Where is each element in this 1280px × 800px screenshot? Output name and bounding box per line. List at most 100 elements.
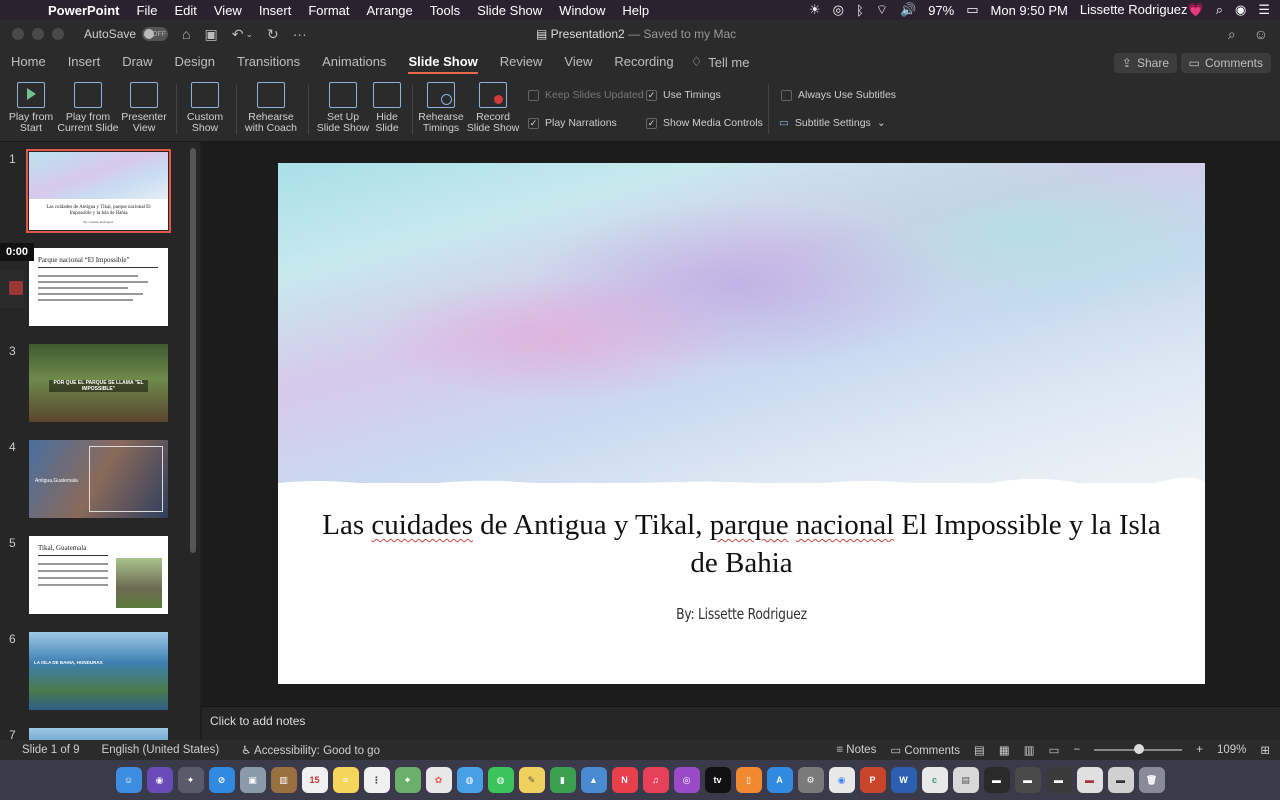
play-from-current-button[interactable]: Play from Current Slide xyxy=(56,82,120,134)
always-use-subtitles-checkbox[interactable]: Always Use Subtitles xyxy=(781,89,896,101)
minimize-window-button[interactable] xyxy=(32,28,44,40)
more-icon[interactable]: ··· xyxy=(293,26,307,42)
slide-thumbnail-4[interactable]: Antigua,Guatemala xyxy=(29,440,168,518)
menu-slide-show[interactable]: Slide Show xyxy=(477,3,542,18)
music-icon[interactable]: ♫ xyxy=(642,767,669,793)
use-timings-checkbox[interactable]: ✓ Use Timings xyxy=(646,89,721,101)
siri-icon[interactable]: ◉ xyxy=(146,767,173,793)
creative-cloud-icon[interactable]: ◎ xyxy=(833,2,844,18)
record-slide-show-button[interactable]: Record Slide Show xyxy=(466,82,520,134)
tab-review[interactable]: Review xyxy=(489,48,554,76)
tab-animations[interactable]: Animations xyxy=(311,48,397,76)
undo-dropdown-icon[interactable]: ⌄ xyxy=(245,29,253,40)
numbers-icon[interactable]: ▮ xyxy=(549,767,576,793)
menu-file[interactable]: File xyxy=(137,3,158,18)
autosave-control[interactable]: AutoSave OFF xyxy=(84,27,169,41)
notes-app-icon[interactable]: ≡ xyxy=(332,767,359,793)
tell-me-search[interactable]: ♢ Tell me xyxy=(691,54,750,70)
tab-recording[interactable]: Recording xyxy=(603,48,684,76)
spotlight-icon[interactable]: ⌕ xyxy=(1216,2,1223,18)
apple-tv-icon[interactable]: tv xyxy=(704,767,731,793)
reminders-icon[interactable]: ⋮ xyxy=(363,767,390,793)
chrome-icon[interactable]: ◉ xyxy=(828,767,855,793)
slide-thumbnail-1[interactable]: Las cuidades de Antigua y Tikal, parque … xyxy=(26,149,171,233)
menu-edit[interactable]: Edit xyxy=(174,3,196,18)
current-slide[interactable]: Las cuidades de Antigua y Tikal, parque … xyxy=(278,163,1205,684)
bluetooth-icon[interactable]: ᛒ xyxy=(856,3,864,18)
window-thumbnail-icon[interactable]: ▬ xyxy=(1014,767,1041,793)
subtitle-settings-button[interactable]: ▭ Subtitle Settings ⌄ xyxy=(779,117,886,129)
zoom-slider-thumb[interactable] xyxy=(1134,744,1145,754)
menu-app-name[interactable]: PowerPoint xyxy=(48,3,120,18)
trash-icon[interactable]: 🗑 xyxy=(1138,767,1165,793)
word-icon[interactable]: W xyxy=(890,767,917,793)
tab-view[interactable]: View xyxy=(553,48,603,76)
thumbnails-scrollbar[interactable] xyxy=(190,148,196,553)
reading-view-icon[interactable]: ▥ xyxy=(1024,743,1035,757)
slide-thumbnail-2[interactable]: Parque nacional “El Impossible” xyxy=(29,248,168,326)
rehearse-timings-button[interactable]: Rehearse Timings xyxy=(416,82,466,134)
comments-toggle[interactable]: ▭ Comments xyxy=(890,743,960,757)
accessibility-status[interactable]: ♿ Accessibility: Good to go xyxy=(241,743,380,757)
window-thumbnail-icon[interactable]: ▬ xyxy=(983,767,1010,793)
finder-icon[interactable]: ☺ xyxy=(115,767,142,793)
slide-subtitle[interactable]: By: Lissette Rodriguez xyxy=(361,605,1121,623)
fit-to-window-icon[interactable]: ⊞ xyxy=(1260,743,1270,757)
menu-arrange[interactable]: Arrange xyxy=(367,3,413,18)
app-store-icon[interactable]: A xyxy=(766,767,793,793)
zoom-window-button[interactable] xyxy=(52,28,64,40)
redo-icon[interactable]: ↻ xyxy=(267,26,279,43)
slide-thumbnail-5[interactable]: Tikal, Guatemala xyxy=(29,536,168,614)
podcasts-icon[interactable]: ◎ xyxy=(673,767,700,793)
play-from-start-button[interactable]: Play from Start xyxy=(8,82,54,134)
control-center-icon[interactable]: ☰ xyxy=(1258,2,1270,18)
menu-format[interactable]: Format xyxy=(308,3,349,18)
menu-help[interactable]: Help xyxy=(622,3,649,18)
battery-icon[interactable]: ▭ xyxy=(966,2,978,18)
tab-insert[interactable]: Insert xyxy=(57,48,112,76)
slide-thumbnail-7[interactable] xyxy=(29,728,168,740)
document-file-icon[interactable]: ▤ xyxy=(952,767,979,793)
tab-transitions[interactable]: Transitions xyxy=(226,48,311,76)
slide-title[interactable]: Las cuidades de Antigua y Tikal, parque … xyxy=(318,506,1165,582)
books-icon[interactable]: ▯ xyxy=(735,767,762,793)
menu-insert[interactable]: Insert xyxy=(259,3,292,18)
slide-show-view-icon[interactable]: ▭ xyxy=(1049,743,1060,757)
user-name[interactable]: Lissette Rodriguez💗 xyxy=(1080,2,1204,18)
news-icon[interactable]: N xyxy=(611,767,638,793)
stop-recording-button[interactable] xyxy=(0,270,26,308)
notes-toggle[interactable]: ≡ Notes xyxy=(836,744,876,756)
autosave-toggle[interactable]: OFF xyxy=(142,27,169,41)
messages-blue-icon[interactable]: ◍ xyxy=(456,767,483,793)
close-window-button[interactable] xyxy=(12,28,24,40)
tab-design[interactable]: Design xyxy=(164,48,226,76)
launchpad-icon[interactable]: ✦ xyxy=(177,767,204,793)
menu-view[interactable]: View xyxy=(214,3,242,18)
tab-home[interactable]: Home xyxy=(0,48,57,76)
slide-thumbnail-3[interactable]: POR QUE EL PARQUE SE LLAMA "EL IMPOSSIBL… xyxy=(29,344,168,422)
search-icon[interactable]: ⌕ xyxy=(1228,26,1236,43)
share-button[interactable]: ⇪ Share xyxy=(1113,53,1177,73)
safari-icon[interactable]: ⊘ xyxy=(208,767,235,793)
window-thumbnail-icon[interactable]: ▬ xyxy=(1107,767,1134,793)
menu-tools[interactable]: Tools xyxy=(430,3,460,18)
undo-icon[interactable]: ↶ xyxy=(232,26,244,43)
zoom-level[interactable]: 109% xyxy=(1217,744,1246,756)
notebook-icon[interactable]: ▥ xyxy=(270,767,297,793)
keep-slides-updated-checkbox[interactable]: Keep Slides Updated xyxy=(528,89,644,101)
normal-view-icon[interactable]: ▤ xyxy=(974,743,985,757)
menu-window[interactable]: Window xyxy=(559,3,605,18)
tab-slide-show[interactable]: Slide Show xyxy=(397,48,488,76)
presenter-view-button[interactable]: Presenter View xyxy=(120,82,168,134)
play-narrations-checkbox[interactable]: ✓ Play Narrations xyxy=(528,117,617,129)
slide-thumbnail-6[interactable]: LA ISLA DE BAHIA, HONDURAS xyxy=(29,632,168,710)
siri-icon[interactable]: ◉ xyxy=(1235,2,1246,18)
powerpoint-icon[interactable]: P xyxy=(859,767,886,793)
volume-icon[interactable]: 🔊 xyxy=(900,2,916,18)
clock[interactable]: Mon 9:50 PM xyxy=(991,3,1068,18)
zoom-slider[interactable] xyxy=(1094,744,1183,754)
tab-draw[interactable]: Draw xyxy=(111,48,163,76)
zoom-in-icon[interactable]: + xyxy=(1196,744,1203,756)
brightness-icon[interactable]: ☀ xyxy=(809,2,821,18)
maps-icon[interactable]: ⌖ xyxy=(394,767,421,793)
